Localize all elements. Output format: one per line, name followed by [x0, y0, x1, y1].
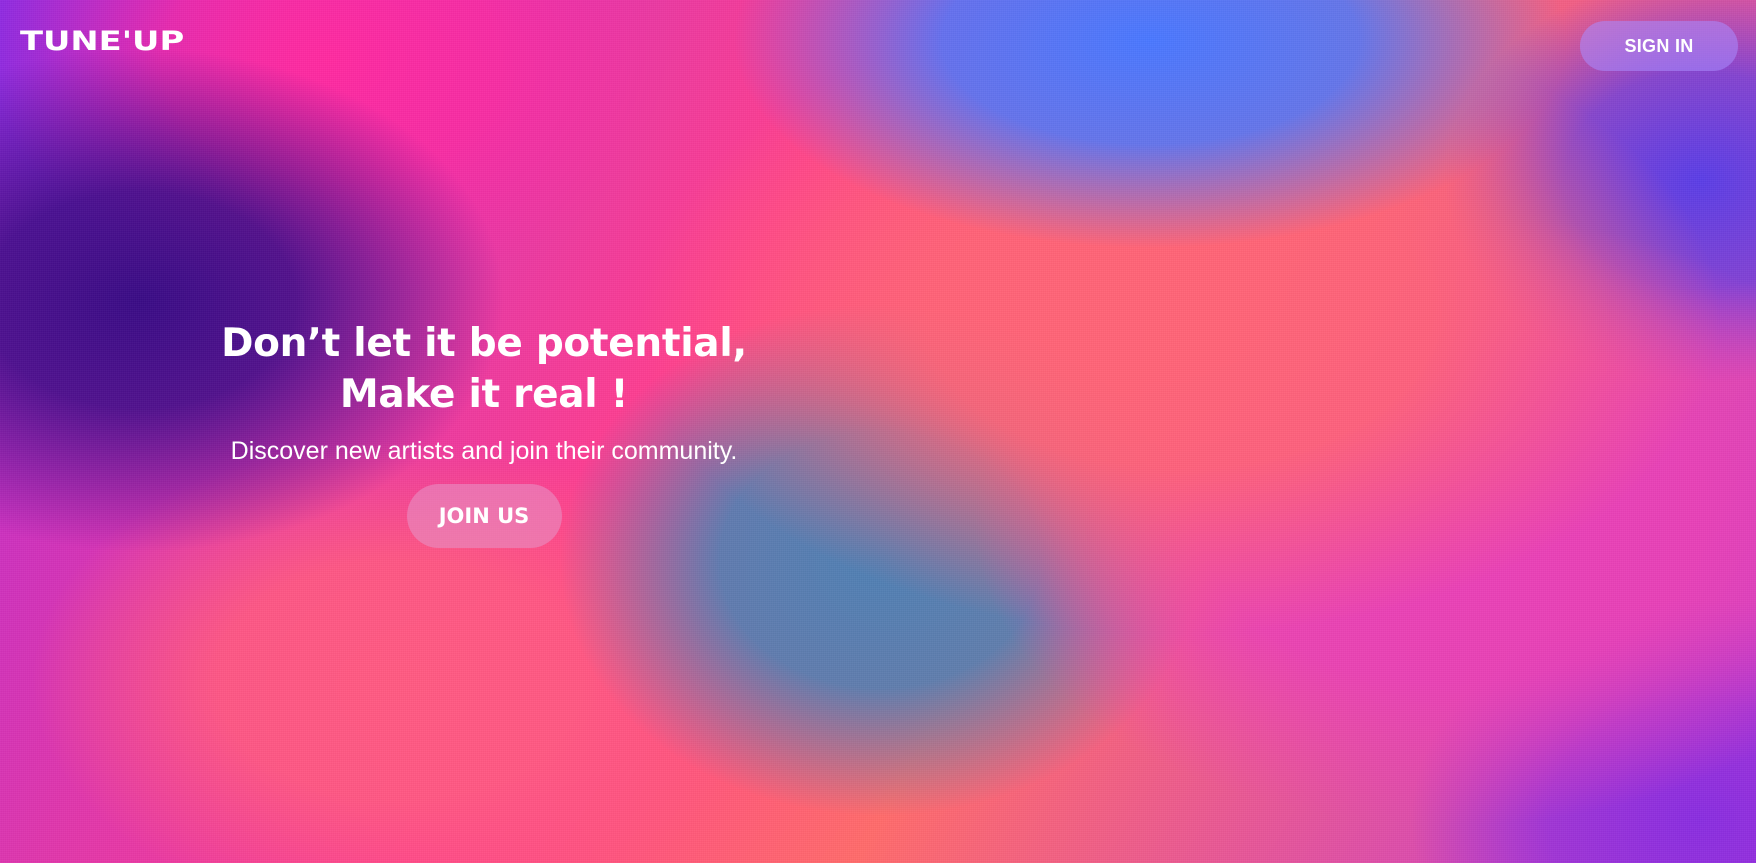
hero-section: Don’t let it be potential, Make it real …: [160, 318, 808, 548]
hero-headline: Don’t let it be potential, Make it real …: [160, 318, 808, 420]
hero-subtitle: Discover new artists and join their comm…: [230, 437, 738, 465]
headline-line-1: Don’t let it be potential,: [221, 321, 747, 366]
sign-in-button[interactable]: SIGN IN: [1580, 21, 1738, 71]
brand-logo[interactable]: TUNE'UP: [20, 28, 184, 55]
landing-page: TUNE'UP SIGN IN Don’t let it be potentia…: [0, 0, 1756, 863]
join-us-button[interactable]: JOIN US: [406, 484, 562, 548]
headline-line-2: Make it real !: [339, 372, 629, 417]
